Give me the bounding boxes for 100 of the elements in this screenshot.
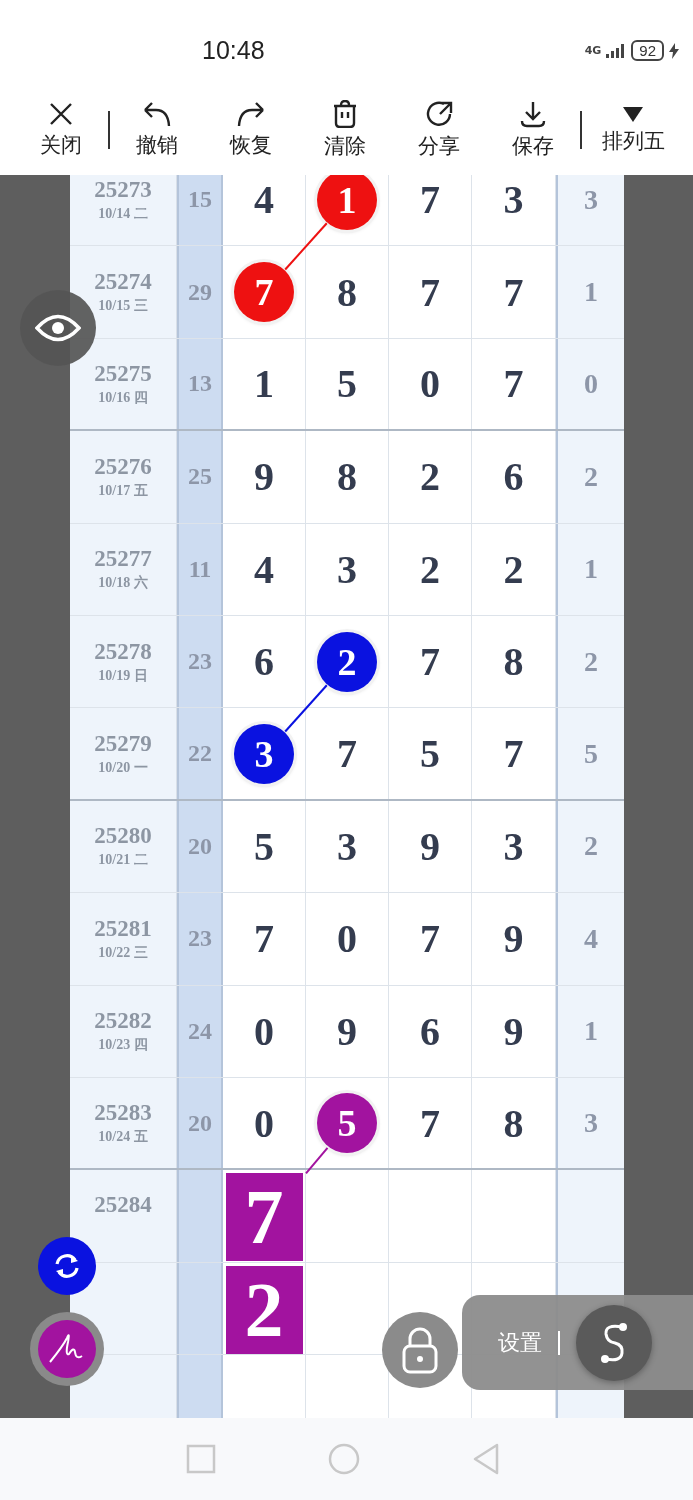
redo-button[interactable]: 恢复	[203, 101, 298, 159]
table-cell: 7	[389, 246, 472, 338]
table-cell: 2	[472, 523, 556, 615]
draw-date: 10/17 五	[98, 481, 148, 500]
draw-date: 10/20 一	[98, 758, 148, 777]
save-button[interactable]: 保存	[485, 100, 580, 160]
status-time: 10:48	[202, 36, 265, 65]
digit-marker: 3	[234, 723, 294, 784]
table-cell: 3	[472, 175, 556, 246]
battery-level: 92	[631, 40, 664, 61]
predicted-digit[interactable]: 7	[225, 1173, 303, 1262]
draw-date: 10/21 二	[98, 851, 148, 870]
table-cell: 7	[472, 708, 556, 799]
table-cell: 23	[177, 615, 223, 708]
draw-date: 10/24 五	[98, 1128, 148, 1147]
table-cell: 5	[223, 800, 306, 893]
table-cell: 7	[389, 893, 472, 985]
table-cell: 1	[223, 338, 306, 430]
digit-marker: 5	[317, 1093, 377, 1154]
table-cell: 24	[177, 985, 223, 1077]
trash-icon	[331, 100, 358, 128]
issue-number: 25282	[94, 1008, 152, 1035]
table-cell: 9	[472, 985, 556, 1077]
table-cell: 9	[223, 431, 306, 523]
table-cell: 0	[389, 338, 472, 430]
charging-icon	[669, 42, 679, 59]
caret-icon	[622, 105, 645, 123]
predicted-digit[interactable]: 2	[225, 1265, 303, 1354]
draw-date: 10/14 二	[98, 204, 148, 223]
table-cell: 8	[306, 431, 389, 523]
table-cell: 5	[556, 708, 624, 799]
table-cell: 0	[556, 338, 624, 430]
table-cell: 6	[223, 615, 306, 708]
table-cell: 4	[556, 893, 624, 985]
table-cell: 1	[556, 523, 624, 615]
issue-number: 25280	[94, 823, 152, 850]
draw-date: 10/16 四	[98, 388, 148, 407]
share-icon	[424, 100, 453, 128]
table-cell: 6	[389, 985, 472, 1077]
connector-line	[284, 684, 328, 733]
table-cell: 3	[472, 800, 556, 893]
table-cell: 9	[472, 893, 556, 985]
table-cell: 0	[223, 1077, 306, 1169]
table-cell: 1	[556, 985, 624, 1077]
issue-number: 25284	[94, 1192, 152, 1219]
digit-marker: 2	[317, 631, 377, 692]
connector-line	[284, 222, 328, 271]
table-cell: 4	[223, 523, 306, 615]
draw-date: 10/19 日	[98, 666, 148, 685]
table-cell: 23	[177, 893, 223, 985]
table-cell: 5	[389, 708, 472, 799]
path-icon	[599, 1321, 629, 1364]
redo-icon	[235, 101, 266, 127]
issue-number: 25277	[94, 546, 152, 573]
close-icon	[47, 101, 74, 127]
draw-date: 10/23 四	[98, 1036, 148, 1055]
table-cell: 2	[556, 800, 624, 893]
signal-icon	[606, 43, 627, 58]
clear-button[interactable]: 清除	[297, 100, 392, 160]
table-cell: 15	[177, 175, 223, 246]
table-cell: 0	[223, 985, 306, 1077]
table-cell: 7	[389, 1077, 472, 1169]
issue-number: 25275	[94, 360, 152, 387]
table-cell: 5	[306, 338, 389, 430]
table-cell: 7	[306, 708, 389, 799]
table-cell: 8	[472, 1077, 556, 1169]
connector-line	[305, 1146, 329, 1175]
issue-number: 25273	[94, 176, 152, 203]
table-cell: 3	[556, 175, 624, 246]
table-cell: 2	[389, 431, 472, 523]
refresh-icon	[52, 1251, 82, 1281]
table-cell: 2	[389, 523, 472, 615]
table-cell: 8	[306, 246, 389, 338]
draw-date: 10/22 三	[98, 943, 148, 962]
table-cell: 7	[389, 615, 472, 708]
table-cell: 7	[472, 338, 556, 430]
table-cell: 9	[306, 985, 389, 1077]
digit-marker: 1	[317, 175, 377, 230]
path-button[interactable]	[576, 1304, 652, 1381]
table-cell: 2	[556, 431, 624, 523]
undo-button[interactable]: 撤销	[109, 101, 204, 159]
table-cell: 1	[556, 246, 624, 338]
table-cell: 7	[472, 246, 556, 338]
table-cell: 13	[177, 338, 223, 430]
table-cell: 6	[472, 431, 556, 523]
table-cell: 4	[223, 175, 306, 246]
undo-icon	[141, 101, 172, 127]
lock-icon	[402, 1326, 438, 1374]
dropdown-button[interactable]: 排列五	[581, 105, 685, 155]
table-cell: 3	[306, 800, 389, 893]
table-cell: 0	[306, 893, 389, 985]
table-cell: 29	[177, 246, 223, 338]
issue-number: 25279	[94, 730, 152, 757]
table-cell: 7	[223, 893, 306, 985]
table-cell: 2	[556, 615, 624, 708]
close-button[interactable]: 关闭	[14, 101, 108, 159]
table-cell: 25	[177, 431, 223, 523]
issue-number: 25281	[94, 915, 152, 942]
issue-number: 25278	[94, 638, 152, 665]
share-button[interactable]: 分享	[391, 100, 486, 160]
